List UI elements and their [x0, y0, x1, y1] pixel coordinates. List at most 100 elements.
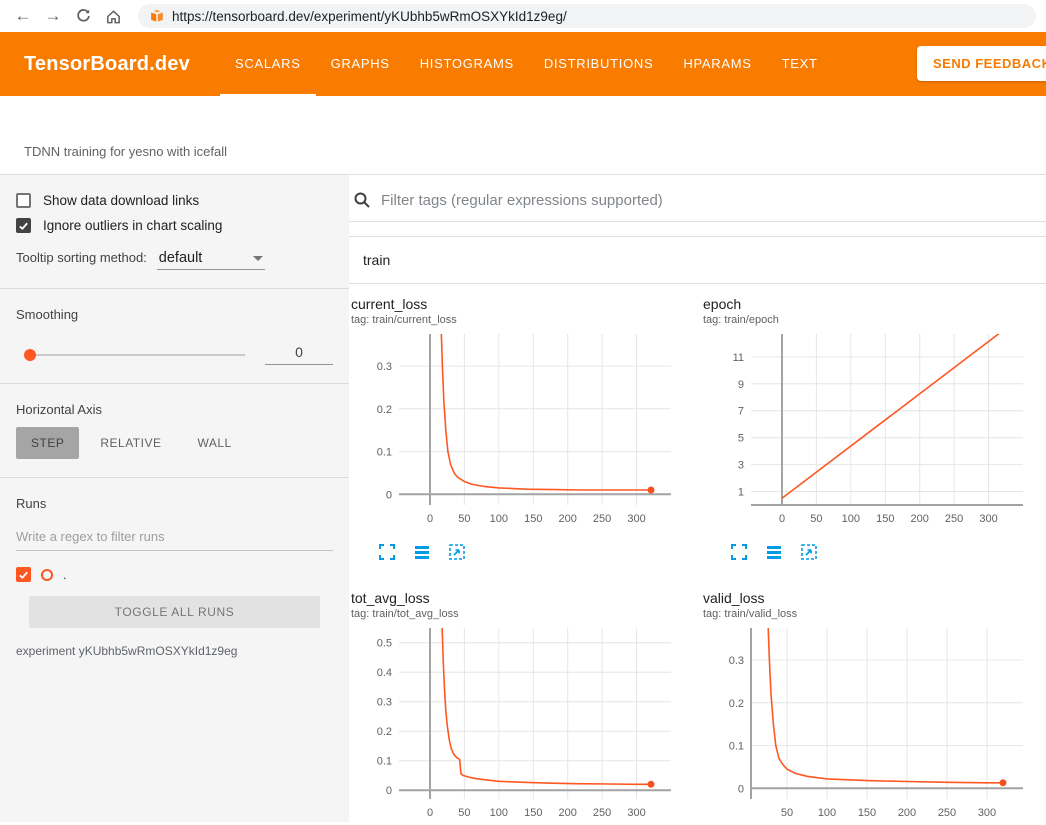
svg-text:0.3: 0.3 — [377, 361, 392, 373]
svg-text:300: 300 — [979, 513, 997, 525]
line-chart[interactable]: 00.10.20.350100150200250300 — [701, 622, 1031, 822]
svg-text:300: 300 — [627, 513, 645, 525]
axis-step-button[interactable]: STEP — [16, 427, 79, 459]
svg-text:0.4: 0.4 — [377, 667, 392, 679]
svg-text:0.1: 0.1 — [377, 447, 392, 459]
svg-text:100: 100 — [490, 513, 508, 525]
home-icon[interactable] — [100, 4, 126, 28]
svg-text:250: 250 — [593, 807, 611, 819]
tooltip-sorting-dropdown[interactable]: default — [157, 249, 265, 270]
address-bar[interactable]: https://tensorboard.dev/experiment/yKUbh… — [138, 4, 1036, 28]
main-nav: SCALARS GRAPHS HISTOGRAMS DISTRIBUTIONS … — [220, 32, 833, 96]
svg-text:150: 150 — [876, 513, 894, 525]
show-download-links-checkbox[interactable]: Show data download links — [16, 193, 333, 208]
experiment-description: TDNN training for yesno with icefall — [24, 144, 1022, 159]
svg-text:0.2: 0.2 — [377, 726, 392, 738]
svg-text:0: 0 — [386, 785, 392, 797]
svg-text:0.2: 0.2 — [729, 698, 744, 710]
toggle-all-runs-button[interactable]: TOGGLE ALL RUNS — [29, 596, 320, 628]
tab-scalars[interactable]: SCALARS — [220, 32, 316, 96]
filter-tags-input[interactable] — [381, 192, 1001, 209]
fit-domain-icon[interactable] — [799, 542, 819, 562]
svg-text:200: 200 — [559, 513, 577, 525]
line-chart[interactable]: 00.10.20.30.40.5050100150200250300 — [349, 622, 679, 822]
runs-filter-input[interactable] — [16, 525, 333, 551]
slider-thumb[interactable] — [24, 349, 36, 361]
scalars-dashboard: train current_loss tag: train/current_lo… — [349, 175, 1046, 822]
svg-text:0: 0 — [779, 513, 785, 525]
chart-tag: tag: train/valid_loss — [703, 608, 1046, 620]
svg-text:300: 300 — [978, 807, 996, 819]
svg-text:300: 300 — [627, 807, 645, 819]
fullscreen-icon[interactable] — [377, 542, 397, 562]
fullscreen-icon[interactable] — [729, 542, 749, 562]
run-row[interactable]: . — [16, 567, 333, 582]
ignore-outliers-label: Ignore outliers in chart scaling — [43, 218, 222, 233]
axis-relative-button[interactable]: RELATIVE — [85, 427, 176, 459]
svg-text:0.3: 0.3 — [377, 697, 392, 709]
tab-histograms[interactable]: HISTOGRAMS — [405, 32, 529, 96]
svg-text:0: 0 — [427, 513, 433, 525]
ignore-outliers-checkbox[interactable]: Ignore outliers in chart scaling — [16, 218, 333, 233]
tooltip-sorting-value: default — [159, 250, 203, 266]
tab-text[interactable]: TEXT — [767, 32, 833, 96]
chart-title: valid_loss — [703, 590, 1046, 606]
svg-text:0.2: 0.2 — [377, 404, 392, 416]
experiment-id-label: experiment yKUbhb5wRmOSXYkId1z9eg — [16, 644, 333, 658]
tab-graphs[interactable]: GRAPHS — [316, 32, 405, 96]
svg-text:50: 50 — [810, 513, 822, 525]
checkbox-unchecked-icon — [16, 193, 31, 208]
svg-text:100: 100 — [490, 807, 508, 819]
svg-text:100: 100 — [818, 807, 836, 819]
chart-title: epoch — [703, 296, 1046, 312]
checkbox-checked-icon — [16, 218, 31, 233]
refresh-icon[interactable] — [70, 4, 96, 28]
smoothing-label: Smoothing — [16, 307, 333, 322]
chevron-down-icon — [253, 256, 263, 261]
app-title: TensorBoard.dev — [24, 53, 190, 76]
line-chart[interactable]: 00.10.20.3050100150200250300 — [349, 328, 679, 533]
url-text: https://tensorboard.dev/experiment/yKUbh… — [172, 9, 567, 24]
svg-text:0: 0 — [386, 489, 392, 501]
settings-sidebar: Show data download links Ignore outliers… — [0, 175, 349, 822]
chart-tag: tag: train/epoch — [703, 314, 1046, 326]
divider — [0, 288, 349, 289]
scalar-chart-current-loss: current_loss tag: train/current_loss 00.… — [349, 284, 701, 562]
send-feedback-button[interactable]: SEND FEEDBACK — [917, 46, 1046, 81]
log-scale-icon[interactable] — [412, 542, 432, 562]
smoothing-value-input[interactable]: 0 — [265, 344, 333, 365]
svg-text:1: 1 — [738, 487, 744, 499]
svg-text:11: 11 — [733, 352, 744, 364]
smoothing-slider[interactable] — [26, 354, 245, 356]
tag-group-header[interactable]: train — [349, 237, 1046, 284]
run-checkbox-icon[interactable] — [16, 567, 31, 582]
axis-wall-button[interactable]: WALL — [182, 427, 246, 459]
chart-title: tot_avg_loss — [351, 590, 701, 606]
search-icon — [353, 191, 371, 209]
horizontal-axis-label: Horizontal Axis — [16, 402, 333, 417]
svg-text:100: 100 — [842, 513, 860, 525]
fit-domain-icon[interactable] — [447, 542, 467, 562]
svg-text:5: 5 — [738, 433, 744, 445]
scalar-chart-tot-avg-loss: tot_avg_loss tag: train/tot_avg_loss 00.… — [349, 578, 701, 822]
svg-text:0.1: 0.1 — [729, 741, 744, 753]
forward-icon[interactable]: → — [40, 4, 66, 28]
svg-text:0.3: 0.3 — [729, 655, 744, 667]
svg-text:150: 150 — [858, 807, 876, 819]
svg-text:0: 0 — [427, 807, 433, 819]
scalar-chart-valid-loss: valid_loss tag: train/valid_loss 00.10.2… — [701, 578, 1046, 822]
line-chart[interactable]: 1357911050100150200250300 — [701, 328, 1031, 533]
tensorboard-favicon — [150, 9, 164, 23]
svg-text:50: 50 — [458, 807, 470, 819]
tab-hparams[interactable]: HPARAMS — [668, 32, 766, 96]
back-icon[interactable]: ← — [10, 4, 36, 28]
run-name: . — [63, 567, 67, 582]
divider — [0, 477, 349, 478]
run-color-swatch-icon — [41, 569, 53, 581]
svg-text:200: 200 — [898, 807, 916, 819]
svg-text:50: 50 — [781, 807, 793, 819]
tab-distributions[interactable]: DISTRIBUTIONS — [529, 32, 669, 96]
svg-text:150: 150 — [524, 513, 542, 525]
svg-text:200: 200 — [911, 513, 929, 525]
log-scale-icon[interactable] — [764, 542, 784, 562]
